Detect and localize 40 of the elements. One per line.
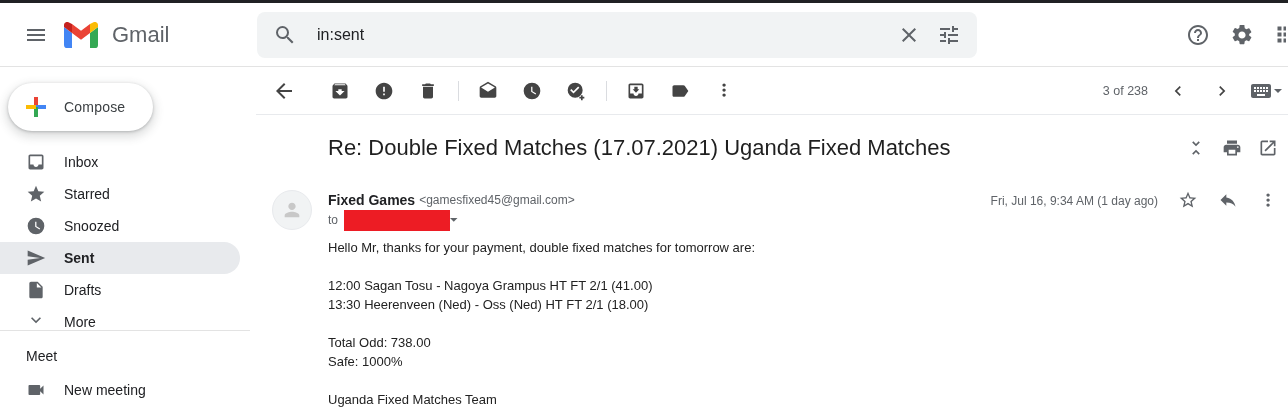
more-vertical-icon [721, 83, 727, 98]
document-icon [26, 280, 46, 300]
app-name: Gmail [112, 21, 170, 48]
settings-icon [1230, 22, 1254, 47]
star-icon [26, 184, 46, 204]
printer-icon [1222, 138, 1242, 158]
star-icon [1178, 190, 1198, 210]
clock-icon [26, 216, 46, 236]
sidebar-item[interactable]: Sent [0, 242, 240, 274]
clock-icon [522, 80, 542, 101]
compose-button[interactable]: Compose [8, 83, 153, 131]
message-paragraph: Total Odd: 738.00 Safe: 1000% [328, 334, 432, 371]
caret-icon [450, 218, 458, 222]
external-link-icon [1258, 138, 1278, 158]
sender-name: Fixed Games [328, 192, 416, 208]
search-bar[interactable]: in:sent [257, 11, 977, 58]
recipient-label: to [328, 213, 338, 227]
gmail-logo-icon [64, 21, 98, 48]
message-date: Fri, Jul 16, 9:34 AM (1 day ago) [990, 194, 1158, 208]
message-counter: 3 of 238 [1102, 83, 1148, 98]
section-heading: Meet [25, 348, 59, 364]
envelope-icon [478, 80, 498, 101]
search-field[interactable]: in:sent [317, 14, 889, 55]
sidebar-item[interactable]: Snoozed [0, 210, 240, 242]
sidebar-item[interactable]: Starred [0, 178, 240, 210]
plus-icon [24, 95, 48, 119]
inbox-icon [26, 152, 46, 172]
sidebar-item[interactable]: Drafts [0, 274, 240, 306]
send-icon [26, 248, 46, 268]
apps-grid-icon [1276, 26, 1286, 43]
sidebar-item[interactable]: New meeting [0, 374, 240, 406]
message-paragraph: Uganda Fixed Matches Team [328, 391, 498, 409]
help-icon [1186, 22, 1210, 47]
sidebar-item[interactable]: Inbox [0, 146, 240, 178]
email-subject: Re: Double Fixed Matches (17.07.2021) Uganda Fixed Matches [328, 135, 952, 161]
message-paragraph: Hello Mr, thanks for your payment, double fixed matches for tomorrow are: [328, 239, 757, 257]
more-vertical-icon [1265, 192, 1271, 208]
sender-email: <gamesfixed45@gmail.com> [419, 193, 575, 207]
sidebar-item[interactable]: More [0, 306, 240, 330]
message-paragraph: 12:00 Sagan Tosu - Nagoya Grampus HT FT 2/1 (41.00) 13:30 Heerenveen (Ned) - Oss (Ned) HT FT 2/1 (18.00) [328, 277, 654, 314]
